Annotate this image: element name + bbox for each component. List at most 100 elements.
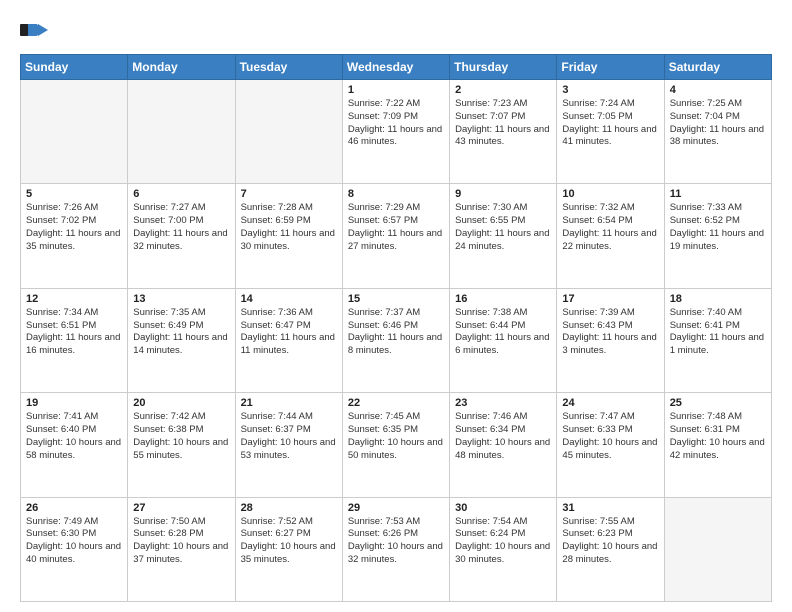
day-number: 17 — [562, 293, 658, 305]
calendar-cell: 10 Sunrise: 7:32 AM Sunset: 6:54 PM Dayli… — [557, 184, 664, 288]
day-number: 3 — [562, 84, 658, 96]
day-info: Sunrise: 7:47 AM Sunset: 6:33 PM Dayligh… — [562, 411, 658, 462]
day-number: 13 — [133, 293, 229, 305]
day-info: Sunrise: 7:29 AM Sunset: 6:57 PM Dayligh… — [348, 202, 444, 253]
day-info: Sunrise: 7:22 AM Sunset: 7:09 PM Dayligh… — [348, 98, 444, 149]
day-number: 19 — [26, 397, 122, 409]
calendar-cell: 27 Sunrise: 7:50 AM Sunset: 6:28 PM Dayli… — [128, 497, 235, 601]
day-number: 10 — [562, 188, 658, 200]
day-info: Sunrise: 7:26 AM Sunset: 7:02 PM Dayligh… — [26, 202, 122, 253]
day-info: Sunrise: 7:40 AM Sunset: 6:41 PM Dayligh… — [670, 307, 766, 358]
day-number: 30 — [455, 502, 551, 514]
day-number: 14 — [241, 293, 337, 305]
calendar-cell: 28 Sunrise: 7:52 AM Sunset: 6:27 PM Dayli… — [235, 497, 342, 601]
calendar-cell — [235, 80, 342, 184]
calendar-cell: 3 Sunrise: 7:24 AM Sunset: 7:05 PM Daylig… — [557, 80, 664, 184]
calendar-cell — [21, 80, 128, 184]
day-info: Sunrise: 7:38 AM Sunset: 6:44 PM Dayligh… — [455, 307, 551, 358]
calendar-cell: 17 Sunrise: 7:39 AM Sunset: 6:43 PM Dayli… — [557, 288, 664, 392]
day-info: Sunrise: 7:32 AM Sunset: 6:54 PM Dayligh… — [562, 202, 658, 253]
day-info: Sunrise: 7:48 AM Sunset: 6:31 PM Dayligh… — [670, 411, 766, 462]
calendar-cell — [664, 497, 771, 601]
day-number: 31 — [562, 502, 658, 514]
week-row-2: 12 Sunrise: 7:34 AM Sunset: 6:51 PM Dayli… — [21, 288, 772, 392]
day-number: 21 — [241, 397, 337, 409]
day-number: 1 — [348, 84, 444, 96]
day-info: Sunrise: 7:37 AM Sunset: 6:46 PM Dayligh… — [348, 307, 444, 358]
day-number: 29 — [348, 502, 444, 514]
day-number: 27 — [133, 502, 229, 514]
header — [20, 16, 772, 44]
calendar-cell: 2 Sunrise: 7:23 AM Sunset: 7:07 PM Daylig… — [450, 80, 557, 184]
day-number: 7 — [241, 188, 337, 200]
calendar-cell: 6 Sunrise: 7:27 AM Sunset: 7:00 PM Daylig… — [128, 184, 235, 288]
calendar-cell: 13 Sunrise: 7:35 AM Sunset: 6:49 PM Dayli… — [128, 288, 235, 392]
calendar-cell: 19 Sunrise: 7:41 AM Sunset: 6:40 PM Dayli… — [21, 393, 128, 497]
calendar-cell: 7 Sunrise: 7:28 AM Sunset: 6:59 PM Daylig… — [235, 184, 342, 288]
day-info: Sunrise: 7:53 AM Sunset: 6:26 PM Dayligh… — [348, 516, 444, 567]
week-row-4: 26 Sunrise: 7:49 AM Sunset: 6:30 PM Dayli… — [21, 497, 772, 601]
day-info: Sunrise: 7:36 AM Sunset: 6:47 PM Dayligh… — [241, 307, 337, 358]
week-row-0: 1 Sunrise: 7:22 AM Sunset: 7:09 PM Daylig… — [21, 80, 772, 184]
day-number: 11 — [670, 188, 766, 200]
logo — [20, 16, 52, 44]
day-info: Sunrise: 7:39 AM Sunset: 6:43 PM Dayligh… — [562, 307, 658, 358]
calendar-table: SundayMondayTuesdayWednesdayThursdayFrid… — [20, 54, 772, 602]
day-number: 12 — [26, 293, 122, 305]
day-info: Sunrise: 7:54 AM Sunset: 6:24 PM Dayligh… — [455, 516, 551, 567]
weekday-header-monday: Monday — [128, 55, 235, 80]
calendar-cell: 20 Sunrise: 7:42 AM Sunset: 6:38 PM Dayli… — [128, 393, 235, 497]
weekday-header-tuesday: Tuesday — [235, 55, 342, 80]
calendar-cell: 22 Sunrise: 7:45 AM Sunset: 6:35 PM Dayli… — [342, 393, 449, 497]
calendar-cell: 29 Sunrise: 7:53 AM Sunset: 6:26 PM Dayli… — [342, 497, 449, 601]
day-info: Sunrise: 7:30 AM Sunset: 6:55 PM Dayligh… — [455, 202, 551, 253]
day-info: Sunrise: 7:25 AM Sunset: 7:04 PM Dayligh… — [670, 98, 766, 149]
day-number: 23 — [455, 397, 551, 409]
day-info: Sunrise: 7:28 AM Sunset: 6:59 PM Dayligh… — [241, 202, 337, 253]
day-number: 16 — [455, 293, 551, 305]
week-row-1: 5 Sunrise: 7:26 AM Sunset: 7:02 PM Daylig… — [21, 184, 772, 288]
weekday-header-friday: Friday — [557, 55, 664, 80]
day-info: Sunrise: 7:42 AM Sunset: 6:38 PM Dayligh… — [133, 411, 229, 462]
day-info: Sunrise: 7:27 AM Sunset: 7:00 PM Dayligh… — [133, 202, 229, 253]
calendar-cell: 4 Sunrise: 7:25 AM Sunset: 7:04 PM Daylig… — [664, 80, 771, 184]
day-number: 26 — [26, 502, 122, 514]
day-info: Sunrise: 7:33 AM Sunset: 6:52 PM Dayligh… — [670, 202, 766, 253]
weekday-header-thursday: Thursday — [450, 55, 557, 80]
day-number: 24 — [562, 397, 658, 409]
day-info: Sunrise: 7:49 AM Sunset: 6:30 PM Dayligh… — [26, 516, 122, 567]
page: SundayMondayTuesdayWednesdayThursdayFrid… — [0, 0, 792, 612]
day-number: 28 — [241, 502, 337, 514]
day-number: 4 — [670, 84, 766, 96]
day-info: Sunrise: 7:52 AM Sunset: 6:27 PM Dayligh… — [241, 516, 337, 567]
day-number: 2 — [455, 84, 551, 96]
day-info: Sunrise: 7:41 AM Sunset: 6:40 PM Dayligh… — [26, 411, 122, 462]
calendar-cell: 5 Sunrise: 7:26 AM Sunset: 7:02 PM Daylig… — [21, 184, 128, 288]
weekday-header-sunday: Sunday — [21, 55, 128, 80]
day-info: Sunrise: 7:24 AM Sunset: 7:05 PM Dayligh… — [562, 98, 658, 149]
calendar-cell: 30 Sunrise: 7:54 AM Sunset: 6:24 PM Dayli… — [450, 497, 557, 601]
calendar-cell: 25Sunrise: 7:48 AM Sunset: 6:31 PM Dayli… — [664, 393, 771, 497]
day-number: 22 — [348, 397, 444, 409]
calendar-cell: 12 Sunrise: 7:34 AM Sunset: 6:51 PM Dayli… — [21, 288, 128, 392]
weekday-header-saturday: Saturday — [664, 55, 771, 80]
day-number: 6 — [133, 188, 229, 200]
day-number: 15 — [348, 293, 444, 305]
calendar-cell: 9 Sunrise: 7:30 AM Sunset: 6:55 PM Daylig… — [450, 184, 557, 288]
weekday-header-wednesday: Wednesday — [342, 55, 449, 80]
day-info: Sunrise: 7:45 AM Sunset: 6:35 PM Dayligh… — [348, 411, 444, 462]
calendar-cell: 24 Sunrise: 7:47 AM Sunset: 6:33 PM Dayli… — [557, 393, 664, 497]
calendar-cell: 26 Sunrise: 7:49 AM Sunset: 6:30 PM Dayli… — [21, 497, 128, 601]
day-number: 9 — [455, 188, 551, 200]
calendar-cell: 16 Sunrise: 7:38 AM Sunset: 6:44 PM Dayli… — [450, 288, 557, 392]
day-info: Sunrise: 7:35 AM Sunset: 6:49 PM Dayligh… — [133, 307, 229, 358]
day-info: Sunrise: 7:23 AM Sunset: 7:07 PM Dayligh… — [455, 98, 551, 149]
day-number: 20 — [133, 397, 229, 409]
day-number: 5 — [26, 188, 122, 200]
day-info: Sunrise: 7:34 AM Sunset: 6:51 PM Dayligh… — [26, 307, 122, 358]
calendar-cell: 15 Sunrise: 7:37 AM Sunset: 6:46 PM Dayli… — [342, 288, 449, 392]
calendar-cell: 8Sunrise: 7:29 AM Sunset: 6:57 PM Daylig… — [342, 184, 449, 288]
day-info: Sunrise: 7:50 AM Sunset: 6:28 PM Dayligh… — [133, 516, 229, 567]
calendar-cell: 31Sunrise: 7:55 AM Sunset: 6:23 PM Dayli… — [557, 497, 664, 601]
calendar-cell: 21Sunrise: 7:44 AM Sunset: 6:37 PM Dayli… — [235, 393, 342, 497]
